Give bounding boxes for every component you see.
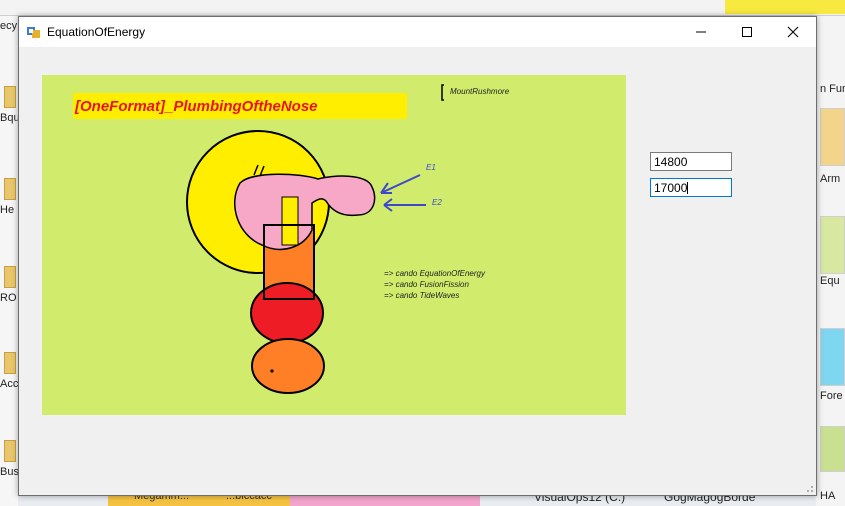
maximize-button[interactable] [724, 17, 770, 47]
folder-icon [4, 178, 16, 200]
thumbnail-image[interactable] [820, 216, 845, 274]
app-icon [27, 27, 40, 38]
background-item-label: n Fun [820, 83, 845, 95]
window-title: EquationOfEnergy [47, 25, 146, 39]
folder-icon [4, 86, 16, 108]
background-item-label: He [0, 204, 15, 216]
plumbing-drawing: [OneFormat]_PlumbingOftheNose MountRushm… [73, 84, 510, 394]
note-line: => cando FusionFission [384, 280, 469, 289]
nostril [281, 196, 299, 246]
background-item[interactable]: RO [0, 266, 18, 306]
orange-circle [251, 338, 325, 394]
folder-icon [4, 266, 16, 288]
minimize-button[interactable] [678, 17, 724, 47]
app-window: EquationOfEnergy [OneFormat]_PlumbingOft… [18, 16, 817, 496]
close-icon [787, 26, 799, 38]
title-bar[interactable]: EquationOfEnergy [19, 17, 816, 47]
drawing-heading: [OneFormat]_PlumbingOftheNose [74, 98, 318, 115]
value-field-1-text: 14800 [654, 155, 688, 169]
thumbnail-image[interactable] [820, 328, 845, 386]
background-item-label: Acc [0, 378, 19, 390]
maximize-icon [742, 27, 752, 37]
text-caret [687, 182, 689, 194]
close-button[interactable] [770, 17, 816, 47]
background-yellow-strip [725, 0, 845, 14]
folder-icon [4, 352, 16, 374]
note-line: => cando EquationOfEnergy [384, 269, 486, 278]
arrow-label-e1: E1 [426, 163, 436, 172]
background-item-label: ecy [0, 20, 18, 32]
background-item-label: HA [820, 490, 836, 502]
dot [270, 369, 274, 373]
resize-grip-icon[interactable] [804, 483, 814, 493]
background-window-top [0, 0, 845, 16]
background-item-label: Fore [820, 390, 843, 402]
pink-nose [233, 173, 376, 251]
background-item[interactable]: He [0, 178, 18, 218]
background-item-label: Equ [820, 275, 840, 287]
caption-bracket [441, 84, 444, 101]
background-right-explorer: n Fun Arm Equ Fore HA [816, 16, 845, 506]
background-item[interactable]: Bqu [0, 86, 20, 126]
background-item-label: Bqu [0, 112, 20, 124]
drawing-caption: MountRushmore [450, 87, 510, 96]
thumbnail-image[interactable] [820, 426, 845, 472]
red-circle [250, 282, 324, 344]
background-item-label: Arm [820, 173, 841, 185]
background-item-label: Bus [0, 466, 19, 478]
drawing-canvas[interactable]: [OneFormat]_PlumbingOftheNose MountRushm… [42, 75, 626, 415]
note-line: => cando TideWaves [384, 291, 459, 300]
background-item-label: RO [0, 292, 17, 304]
background-item[interactable]: Bus [0, 440, 19, 480]
arrow-label-e2: E2 [432, 198, 442, 207]
value-field-2[interactable]: 17000 [650, 178, 732, 197]
value-field-2-text: 17000 [654, 181, 688, 195]
folder-icon [4, 440, 16, 462]
background-item[interactable]: Acc [0, 352, 18, 392]
thumbnail-image[interactable] [820, 108, 845, 166]
value-field-1[interactable]: 14800 [650, 152, 732, 171]
background-item[interactable]: ecy [0, 18, 18, 58]
minimize-icon [696, 31, 706, 33]
background-left-explorer: ecy Bqu He RO Acc Bus [0, 16, 20, 506]
